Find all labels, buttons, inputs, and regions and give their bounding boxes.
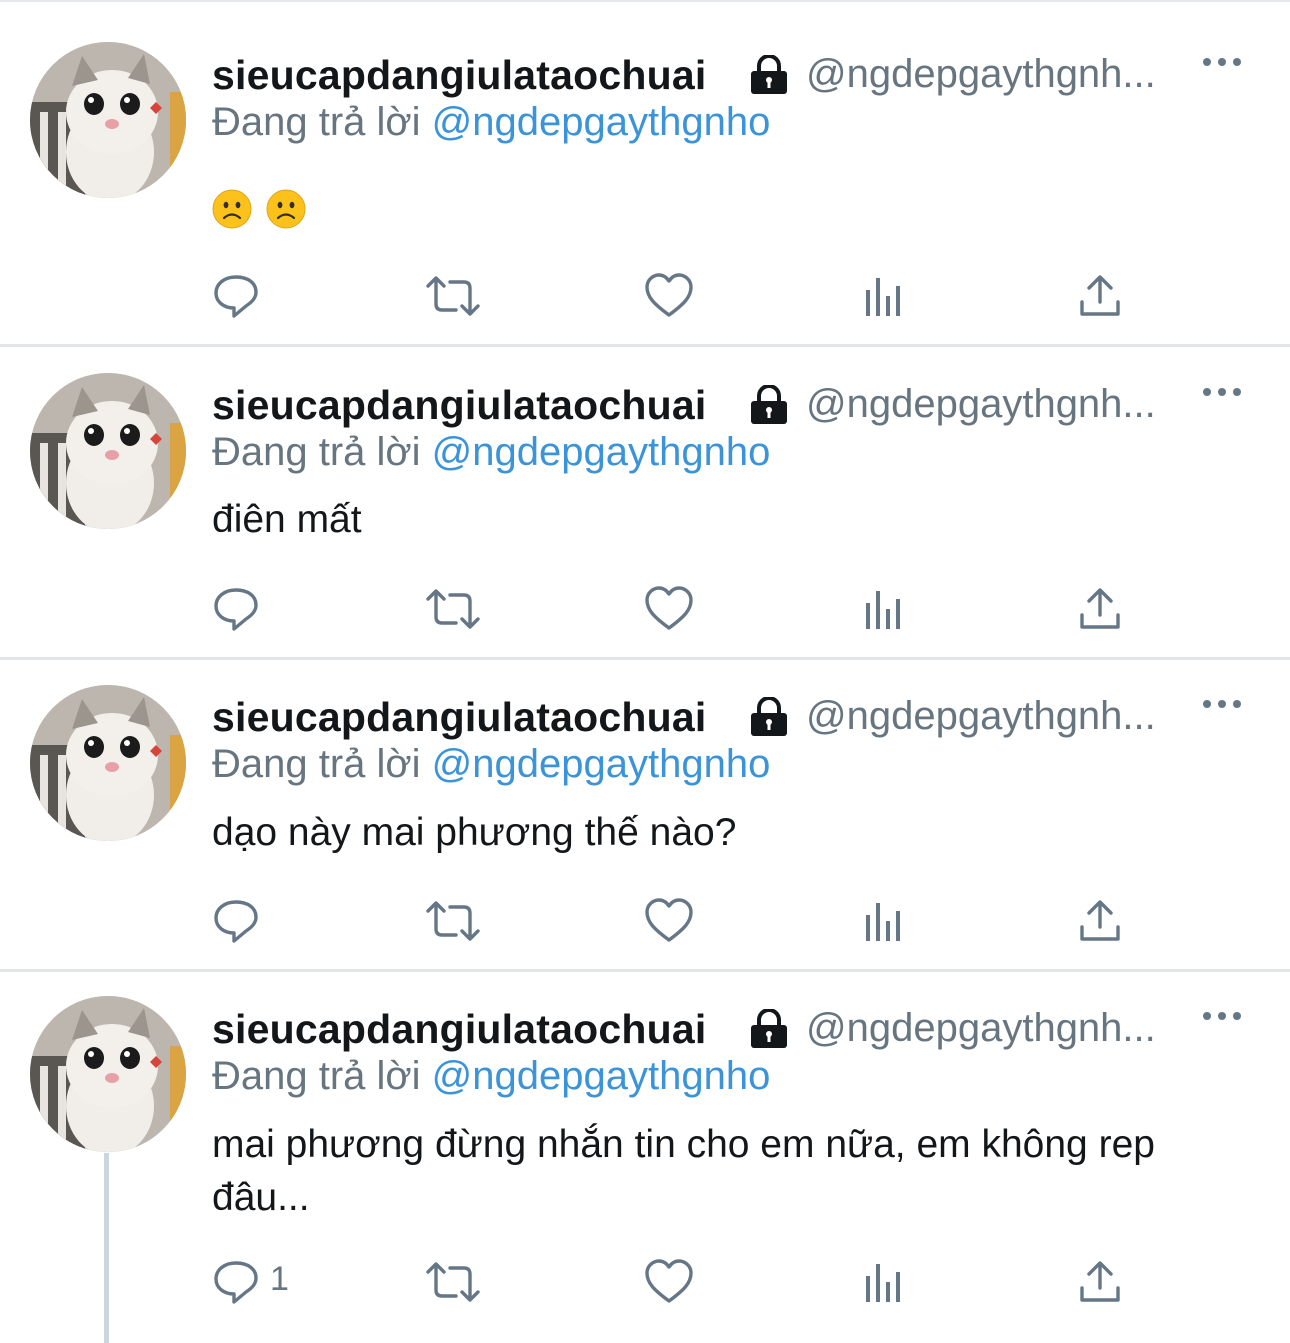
reply-button[interactable] (212, 272, 260, 320)
heart-icon (645, 586, 693, 630)
tweet-actions (212, 272, 1172, 320)
username[interactable]: sieucapdangiulataochuai (212, 1006, 706, 1053)
reply-icon (214, 1261, 258, 1304)
replying-to: Đang trả lời @ngdepgaythgnho (212, 742, 770, 787)
lock-icon (751, 1009, 787, 1048)
analytics-icon (866, 1264, 900, 1302)
share-button[interactable] (1078, 1258, 1122, 1306)
handle[interactable]: @ngdepgaythgnh... (806, 382, 1156, 427)
share-button[interactable] (1078, 585, 1122, 633)
tweet-text: mai phương đừng nhắn tin cho em nữa, em … (212, 1123, 1155, 1219)
username[interactable]: sieucapdangiulataochuai (212, 52, 706, 99)
retweet-button[interactable] (424, 585, 482, 633)
handle[interactable]: @ngdepgaythgnh... (806, 694, 1156, 739)
share-icon (1080, 900, 1120, 941)
like-button[interactable] (644, 897, 694, 945)
username[interactable]: sieucapdangiulataochuai (212, 382, 706, 429)
more-icon[interactable] (1202, 696, 1242, 712)
analytics-button[interactable] (864, 1258, 908, 1306)
more-icon[interactable] (1202, 54, 1242, 70)
analytics-icon (866, 903, 900, 941)
retweet-icon (426, 1262, 480, 1302)
tweet-actions: 1 (212, 1258, 1172, 1306)
retweet-button[interactable] (424, 897, 482, 945)
tweet[interactable]: sieucapdangiulataochuai @ngdepgaythgnh..… (0, 972, 1290, 1343)
tweet[interactable]: sieucapdangiulataochuai @ngdepgaythgnh..… (0, 0, 1290, 347)
share-icon (1080, 1261, 1120, 1302)
share-button[interactable] (1078, 897, 1122, 945)
mention-link[interactable]: @ngdepgaythgnho (432, 742, 771, 786)
reply-button[interactable] (212, 897, 260, 945)
reply-icon (214, 275, 258, 318)
heart-icon (645, 273, 693, 317)
replying-to-label: Đang trả lời (212, 742, 421, 786)
tweet-header: sieucapdangiulataochuai @ngdepgaythgnh..… (212, 996, 1272, 1058)
analytics-icon (866, 278, 900, 316)
heart-icon (645, 1259, 693, 1303)
retweet-icon (426, 276, 480, 316)
tweet-text: dạo này mai phương thế nào? (212, 811, 737, 854)
tweet-header: sieucapdangiulataochuai @ngdepgaythgnh..… (212, 372, 1272, 434)
share-button[interactable] (1078, 272, 1122, 320)
share-icon (1080, 588, 1120, 629)
share-icon (1080, 275, 1120, 316)
heart-icon (645, 898, 693, 942)
username[interactable]: sieucapdangiulataochuai (212, 694, 706, 741)
tweet-actions (212, 585, 1172, 633)
retweet-button[interactable] (424, 272, 482, 320)
reply-icon (214, 900, 258, 943)
replying-to-label: Đang trả lời (212, 430, 421, 474)
like-button[interactable] (644, 1258, 694, 1306)
tweet-header: sieucapdangiulataochuai @ngdepgaythgnh..… (212, 42, 1272, 104)
mention-link[interactable]: @ngdepgaythgnho (432, 100, 771, 144)
mention-link[interactable]: @ngdepgaythgnho (432, 1054, 771, 1098)
thread-connector (104, 1153, 109, 1343)
frowning-face-emoji (266, 189, 306, 229)
tweet-header: sieucapdangiulataochuai @ngdepgaythgnh..… (212, 684, 1272, 746)
analytics-button[interactable] (864, 897, 908, 945)
cat-avatar-image (30, 996, 186, 1152)
reply-button[interactable] (212, 585, 260, 633)
tweet[interactable]: sieucapdangiulataochuai @ngdepgaythgnh..… (0, 660, 1290, 972)
replying-to-label: Đang trả lời (212, 1054, 421, 1098)
cat-avatar-image (30, 685, 186, 841)
reply-count: 1 (270, 1260, 289, 1298)
avatar[interactable] (30, 996, 186, 1152)
cat-avatar-image (30, 373, 186, 529)
lock-icon (751, 385, 787, 424)
more-icon[interactable] (1202, 1008, 1242, 1024)
analytics-button[interactable] (864, 272, 908, 320)
frowning-face-emoji (212, 189, 252, 229)
lock-icon (751, 697, 787, 736)
analytics-icon (866, 591, 900, 629)
avatar[interactable] (30, 685, 186, 841)
replying-to: Đang trả lời @ngdepgaythgnho (212, 430, 770, 475)
retweet-icon (426, 901, 480, 941)
lock-icon (751, 55, 787, 94)
handle[interactable]: @ngdepgaythgnh... (806, 52, 1156, 97)
replying-to: Đang trả lời @ngdepgaythgnho (212, 100, 770, 145)
like-button[interactable] (644, 585, 694, 633)
retweet-button[interactable] (424, 1258, 482, 1306)
avatar[interactable] (30, 42, 186, 198)
like-button[interactable] (644, 272, 694, 320)
tweet-text: điên mất (212, 498, 362, 541)
reply-button[interactable]: 1 (212, 1258, 289, 1306)
reply-icon (214, 588, 258, 631)
replying-to: Đang trả lời @ngdepgaythgnho (212, 1054, 770, 1099)
avatar[interactable] (30, 373, 186, 529)
analytics-button[interactable] (864, 585, 908, 633)
replying-to-label: Đang trả lời (212, 100, 421, 144)
handle[interactable]: @ngdepgaythgnh... (806, 1006, 1156, 1051)
tweet-actions (212, 897, 1172, 945)
tweet[interactable]: sieucapdangiulataochuai @ngdepgaythgnh..… (0, 347, 1290, 660)
tweet-text: 🙁 🙁 (212, 180, 1252, 233)
mention-link[interactable]: @ngdepgaythgnho (432, 430, 771, 474)
retweet-icon (426, 589, 480, 629)
more-icon[interactable] (1202, 384, 1242, 400)
cat-avatar-image (30, 42, 186, 198)
